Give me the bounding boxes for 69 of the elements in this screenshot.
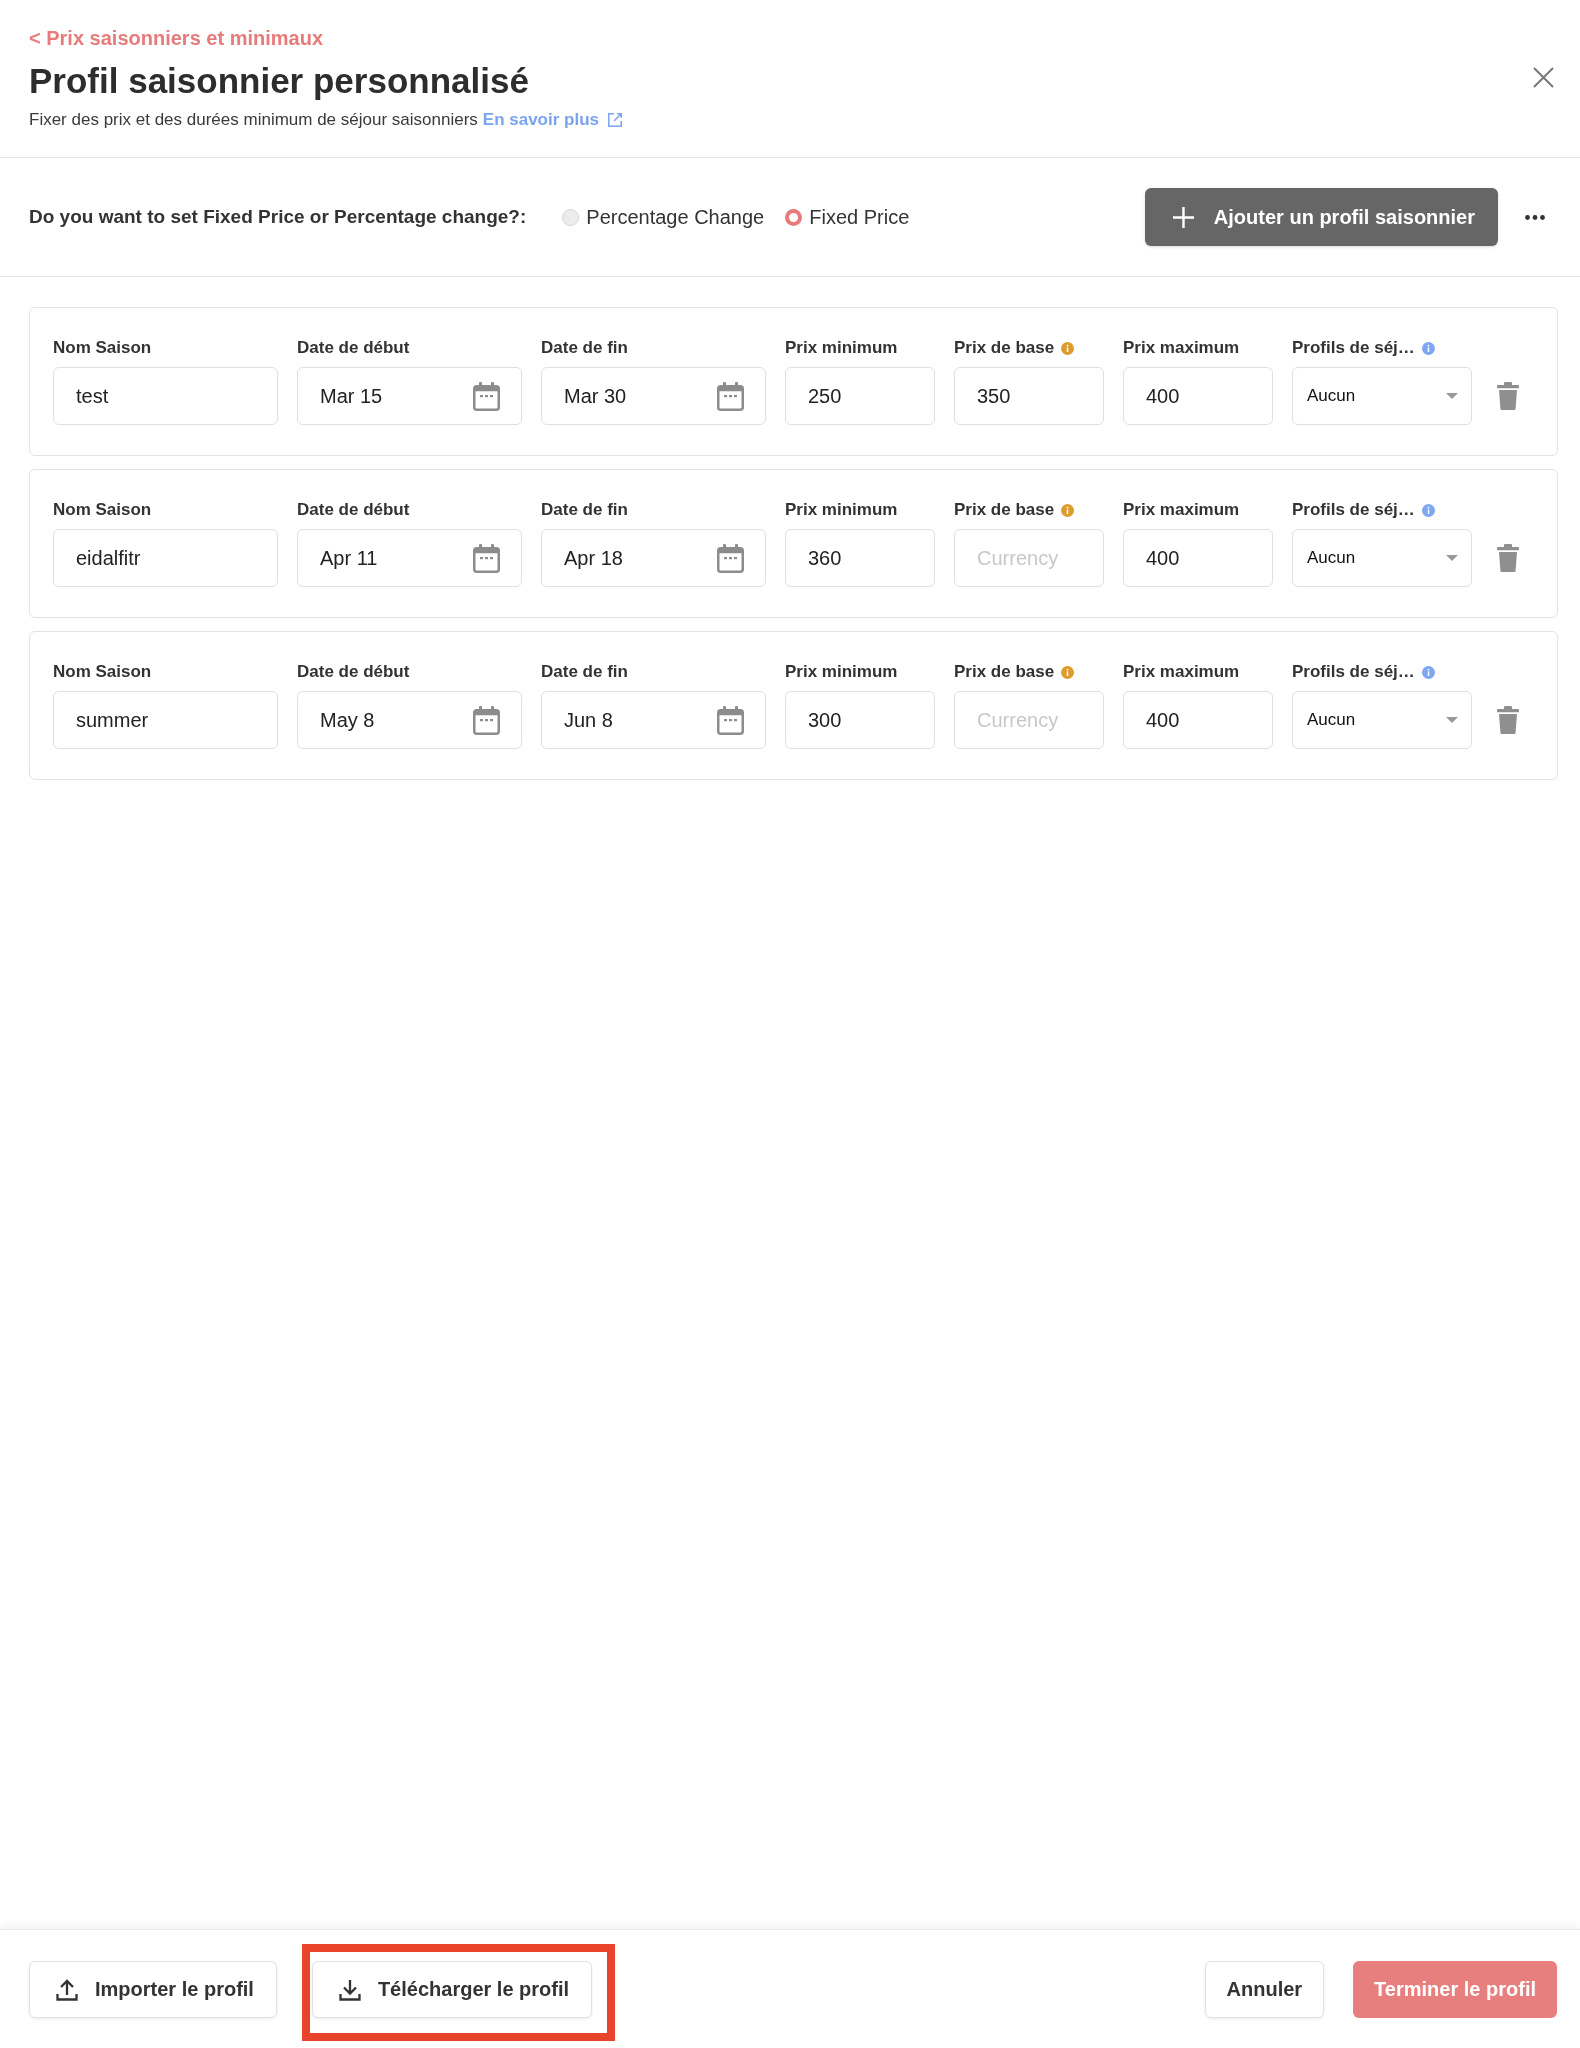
page-title: Profil saisonnier personnalisé bbox=[29, 60, 529, 102]
field-label: Date de début bbox=[297, 499, 410, 521]
date-field[interactable]: Mar 15 bbox=[297, 367, 522, 425]
text-field[interactable]: test bbox=[53, 367, 278, 425]
price-field[interactable]: 350 bbox=[954, 367, 1104, 425]
price-field[interactable]: 250 bbox=[785, 367, 935, 425]
field-label: Prix maximum bbox=[1123, 661, 1240, 683]
trash-icon[interactable] bbox=[1497, 544, 1519, 572]
date-field[interactable]: Jun 8 bbox=[541, 691, 766, 749]
trash-icon[interactable] bbox=[1497, 382, 1519, 410]
field-label: Prix maximum bbox=[1123, 499, 1240, 521]
upload-icon bbox=[56, 1978, 78, 2001]
field-label: Prix minimum bbox=[785, 337, 898, 359]
field-label: Date de fin bbox=[541, 661, 628, 683]
calendar-icon[interactable] bbox=[717, 381, 744, 411]
trash-icon[interactable] bbox=[1497, 706, 1519, 734]
field-label: Prix de base bbox=[954, 337, 1055, 359]
plus-icon bbox=[1172, 206, 1194, 228]
field-label: Profils de séj… bbox=[1292, 499, 1415, 521]
calendar-icon[interactable] bbox=[473, 543, 500, 573]
field-label: Nom Saison bbox=[53, 337, 152, 359]
question-label: Do you want to set Fixed Price or Percentage change?: bbox=[29, 206, 527, 228]
external-link-icon bbox=[607, 112, 623, 128]
price-field[interactable]: 400 bbox=[1123, 367, 1273, 425]
calendar-icon[interactable] bbox=[473, 381, 500, 411]
date-field[interactable]: Apr 18 bbox=[541, 529, 766, 587]
field-label: Prix de base bbox=[954, 499, 1055, 521]
radio-button[interactable] bbox=[562, 208, 580, 226]
date-field[interactable]: May 8 bbox=[297, 691, 522, 749]
field-label: Profils de séj… bbox=[1292, 337, 1415, 359]
cancel-button[interactable]: Annuler bbox=[1204, 1961, 1325, 2018]
price-field[interactable]: 400 bbox=[1123, 691, 1273, 749]
field-label: Nom Saison bbox=[53, 499, 152, 521]
price-field[interactable]: 400 bbox=[1123, 529, 1273, 587]
dropdown[interactable]: Aucun bbox=[1292, 529, 1472, 587]
close-icon[interactable] bbox=[1533, 67, 1554, 88]
date-field[interactable]: Apr 11 bbox=[297, 529, 522, 587]
field-label: Prix maximum bbox=[1123, 337, 1240, 359]
caret-icon bbox=[1446, 717, 1458, 723]
caret-icon bbox=[1446, 393, 1458, 399]
more-icon[interactable] bbox=[1525, 214, 1545, 220]
radio-label[interactable]: Percentage Change bbox=[586, 204, 765, 230]
subtitle-text: Fixer des prix et des durées minimum de séjour saisonniers bbox=[29, 109, 478, 131]
text-field[interactable]: eidalfitr bbox=[53, 529, 278, 587]
field-label: Date de début bbox=[297, 661, 410, 683]
radio-button[interactable] bbox=[785, 208, 803, 226]
import-button[interactable]: Importer le profil bbox=[29, 1961, 277, 2018]
dropdown[interactable]: Aucun bbox=[1292, 367, 1472, 425]
download-icon bbox=[338, 1978, 361, 2001]
caret-icon bbox=[1446, 555, 1458, 561]
dropdown[interactable]: Aucun bbox=[1292, 691, 1472, 749]
field-label: Profils de séj… bbox=[1292, 661, 1415, 683]
text-field[interactable]: summer bbox=[53, 691, 278, 749]
radio-label[interactable]: Fixed Price bbox=[809, 204, 910, 230]
download-button[interactable]: Télécharger le profil bbox=[311, 1961, 593, 2018]
calendar-icon[interactable] bbox=[717, 705, 744, 735]
calendar-icon[interactable] bbox=[473, 705, 500, 735]
field-label: Prix minimum bbox=[785, 661, 898, 683]
field-label: Date de début bbox=[297, 337, 410, 359]
field-label: Date de fin bbox=[541, 499, 628, 521]
field-label: Prix minimum bbox=[785, 499, 898, 521]
field-label: Nom Saison bbox=[53, 661, 152, 683]
price-field[interactable]: 300 bbox=[785, 691, 935, 749]
field-label: Prix de base bbox=[954, 661, 1055, 683]
date-field[interactable]: Mar 30 bbox=[541, 367, 766, 425]
add-profile-button[interactable]: Ajouter un profil saisonnier bbox=[1144, 188, 1498, 246]
price-field[interactable]: 360 bbox=[785, 529, 935, 587]
calendar-icon[interactable] bbox=[717, 543, 744, 573]
field-label: Date de fin bbox=[541, 337, 628, 359]
